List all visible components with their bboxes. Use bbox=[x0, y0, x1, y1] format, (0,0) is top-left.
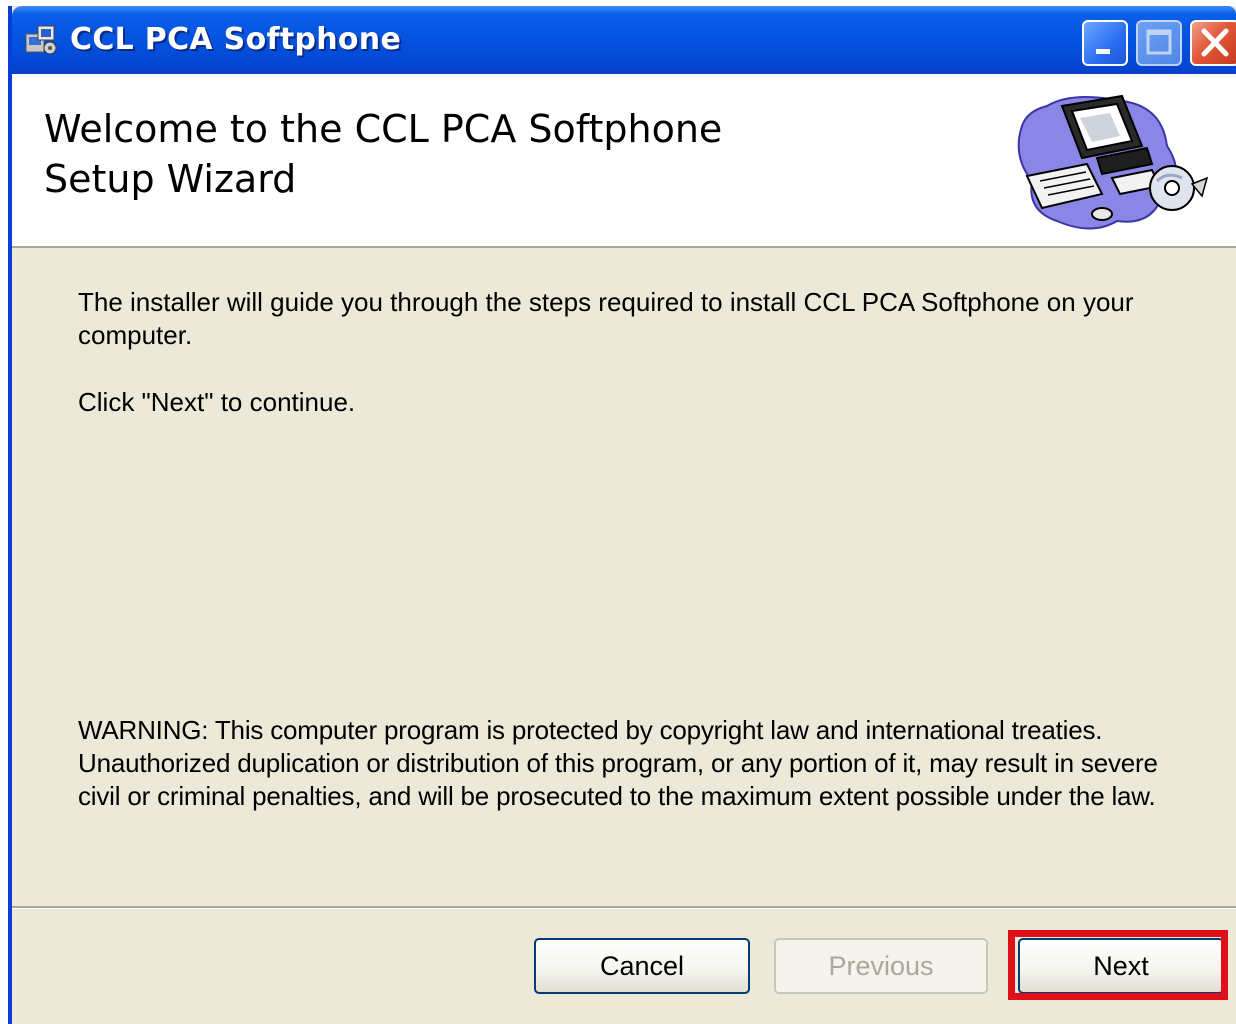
continue-instruction: Click "Next" to continue. bbox=[78, 387, 356, 417]
copyright-warning: WARNING: This computer program is protec… bbox=[78, 715, 1158, 811]
title-bar[interactable]: CCL PCA Softphone bbox=[12, 6, 1236, 74]
wizard-title-line1: Welcome to the CCL PCA Softphone bbox=[44, 107, 723, 151]
cancel-button[interactable]: Cancel bbox=[534, 938, 750, 994]
previous-button[interactable]: Previous bbox=[774, 938, 988, 994]
intro-text: The installer will guide you through the… bbox=[78, 287, 1134, 350]
minimize-icon bbox=[1096, 49, 1110, 54]
next-button[interactable]: Next bbox=[1018, 938, 1224, 994]
close-button[interactable] bbox=[1190, 20, 1236, 66]
setup-wizard-window: CCL PCA Softphone Welcome to the CCL PCA… bbox=[8, 6, 1236, 1024]
maximize-button[interactable] bbox=[1136, 20, 1182, 66]
wizard-title-line2: Setup Wizard bbox=[44, 157, 297, 201]
installer-icon bbox=[25, 25, 57, 55]
wizard-title: Welcome to the CCL PCA Softphone Setup W… bbox=[44, 104, 844, 204]
window-title: CCL PCA Softphone bbox=[70, 22, 402, 57]
footer-divider bbox=[12, 906, 1236, 909]
minimize-button[interactable] bbox=[1082, 20, 1128, 66]
computer-cd-icon bbox=[1017, 94, 1209, 230]
wizard-header: Welcome to the CCL PCA Softphone Setup W… bbox=[12, 74, 1236, 248]
close-icon bbox=[1201, 28, 1229, 57]
maximize-icon bbox=[1146, 29, 1172, 55]
